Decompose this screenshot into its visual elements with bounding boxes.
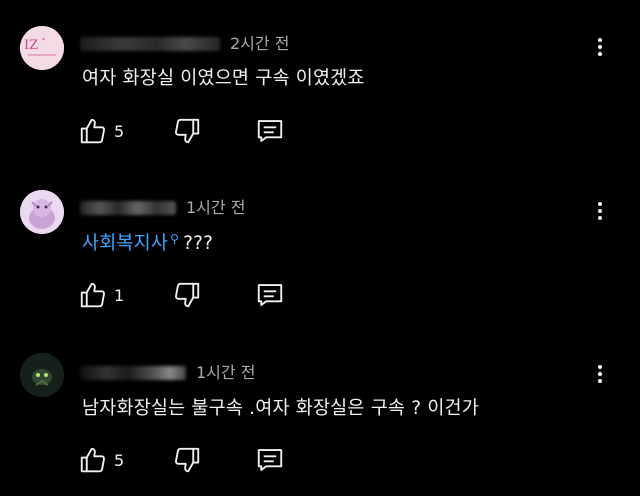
avatar[interactable] — [20, 190, 64, 234]
comment-time: 2시간 전 — [230, 34, 290, 53]
more-vert-icon — [598, 202, 602, 206]
comment-menu-button[interactable] — [590, 32, 610, 62]
reply-button[interactable] — [255, 444, 285, 476]
comment-time: 1시간 전 — [196, 363, 256, 382]
comment-menu-button[interactable] — [590, 196, 610, 226]
author-handle-redacted[interactable] — [80, 37, 220, 51]
more-vert-icon — [598, 365, 602, 369]
dislike-button[interactable] — [172, 115, 202, 147]
thumbs-up-icon — [78, 116, 108, 146]
thumbs-down-icon — [172, 445, 202, 475]
reply-button[interactable] — [255, 279, 285, 311]
comment-item: 1시간 전 남자화장실는 불구속 .여자 화장실은 구속 ? 이건가 5 — [0, 330, 640, 495]
comment-menu-button[interactable] — [590, 359, 610, 389]
dislike-button[interactable] — [172, 279, 202, 311]
thumbs-up-icon — [78, 280, 108, 310]
comment-actions: 1 — [78, 279, 318, 311]
comment-item: IZ * 2시간 전 여자 화장실 이였으면 구속 이였겠죠 5 — [0, 0, 640, 165]
comment-actions: 5 — [78, 444, 318, 476]
author-handle-redacted[interactable] — [80, 366, 186, 380]
like-count: 5 — [114, 450, 125, 470]
thumbs-down-icon — [172, 116, 202, 146]
author-handle-redacted[interactable] — [80, 201, 176, 215]
reply-icon — [255, 116, 285, 146]
thumbs-up-icon — [78, 445, 108, 475]
more-vert-dot — [598, 216, 602, 220]
comment-time: 1시간 전 — [186, 198, 246, 217]
svg-text:*: * — [42, 37, 45, 44]
avatar[interactable] — [20, 353, 64, 397]
thumbs-down-icon — [172, 280, 202, 310]
comment-text: 남자화장실는 불구속 .여자 화장실은 구속 ? 이건가 — [82, 398, 479, 419]
dislike-button[interactable] — [172, 444, 202, 476]
more-vert-dot — [598, 52, 602, 56]
svg-text:IZ: IZ — [24, 38, 38, 53]
like-count: 5 — [114, 121, 125, 141]
reply-icon — [255, 445, 285, 475]
more-vert-dot — [598, 379, 602, 383]
more-vert-dot — [598, 45, 602, 49]
like-count: 1 — [114, 285, 125, 305]
comment-item: 1시간 전 사회복지사 ⚲??? 1 — [0, 165, 640, 330]
comment-text-suffix: ??? — [183, 233, 214, 254]
reply-button[interactable] — [255, 115, 285, 147]
more-vert-dot — [598, 209, 602, 213]
avatar[interactable]: IZ * — [20, 26, 64, 70]
comment-text: 여자 화장실 이였으면 구속 이였겠죠 — [82, 68, 365, 89]
comment-text: 사회복지사 ⚲??? — [82, 229, 213, 255]
reply-icon — [255, 280, 285, 310]
like-button[interactable]: 5 — [78, 115, 124, 147]
comment-meta: 2시간 전 — [80, 30, 289, 54]
search-icon: ⚲ — [170, 232, 180, 246]
comment-actions: 5 — [78, 115, 318, 147]
like-button[interactable]: 1 — [78, 279, 124, 311]
search-tag-text: 사회복지사 — [82, 233, 169, 254]
like-button[interactable]: 5 — [78, 444, 124, 476]
search-tag-link[interactable]: 사회복지사 ⚲ — [82, 232, 183, 254]
more-vert-icon — [598, 38, 602, 42]
comment-meta: 1시간 전 — [80, 359, 255, 383]
more-vert-dot — [598, 372, 602, 376]
comment-meta: 1시간 전 — [80, 194, 245, 218]
